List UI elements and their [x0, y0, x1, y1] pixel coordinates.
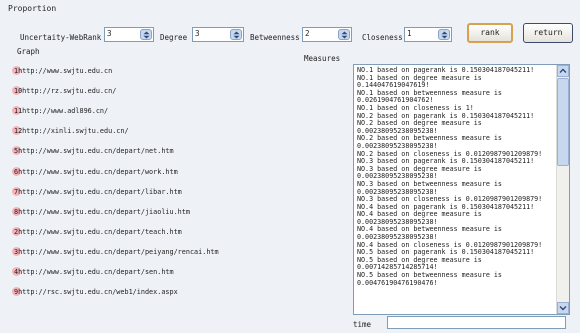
measures-lines: NO.1 based on pagerank is 0.150304187045… — [357, 66, 557, 287]
graph-node[interactable]: 5http://www.swjtu.edu.cn/depart/net.htm — [12, 146, 174, 155]
graph-node[interactable]: 11http://www.adl896.cn/ — [12, 106, 108, 115]
graph-node[interactable]: 12http://xinli.swjtu.edu.cn/ — [12, 126, 129, 135]
label-webrank: Uncertaity-WebRank — [20, 33, 102, 42]
webrank-spinbox[interactable]: 3 — [104, 27, 154, 42]
vertical-scrollbar[interactable] — [556, 65, 569, 314]
spin-arrows-icon[interactable] — [140, 29, 152, 40]
label-degree: Degree — [160, 33, 188, 42]
graph-node[interactable]: 10http://rz.swjtu.edu.cn/ — [12, 86, 116, 95]
rank-button[interactable]: rank — [467, 23, 513, 43]
closeness-value: 1 — [407, 29, 412, 38]
graph-node[interactable]: 4http://www.swjtu.edu.cn/depart/sen.htm — [12, 267, 174, 276]
spin-arrows-icon[interactable] — [338, 29, 350, 40]
betweenness-value: 2 — [305, 29, 310, 38]
time-label: time — [353, 320, 372, 329]
measure-line: 0.00476190476190476! — [357, 278, 438, 287]
measures-textarea[interactable]: NO.1 based on pagerank is 0.150304187045… — [353, 64, 570, 315]
label-betweenness: Betweenness — [250, 33, 300, 42]
degree-spinbox[interactable]: 3 — [192, 27, 244, 42]
label-closeness: Closeness — [362, 33, 403, 42]
graph-node[interactable]: 1http://www.swjtu.edu.cn — [12, 66, 112, 75]
measures-label: Measures — [304, 54, 341, 63]
graph-node[interactable]: 6http://www.swjtu.edu.cn/depart/work.htm — [12, 167, 178, 176]
webrank-value: 3 — [107, 29, 112, 38]
graph-node[interactable]: 2http://www.swjtu.edu.cn/depart/teach.ht… — [12, 227, 182, 236]
arrow-up-icon[interactable] — [557, 65, 569, 77]
arrow-down-icon[interactable] — [557, 302, 569, 314]
scrollbar-thumb[interactable] — [557, 78, 569, 166]
graph-node[interactable]: 9http://rsc.swjtu.edu.cn/web1/index.aspx — [12, 287, 178, 296]
proportion-title: Proportion — [8, 4, 57, 13]
graph-node[interactable]: 3http://www.swjtu.edu.cn/depart/peiyang/… — [12, 247, 219, 256]
graph-node[interactable]: 8http://www.swjtu.edu.cn/depart/jiaoliu.… — [12, 207, 190, 216]
return-button[interactable]: return — [523, 23, 573, 43]
closeness-spinbox[interactable]: 1 — [404, 27, 452, 42]
degree-value: 3 — [195, 29, 200, 38]
time-field[interactable] — [387, 316, 566, 329]
betweenness-spinbox[interactable]: 2 — [302, 27, 352, 42]
graph-node[interactable]: 7http://www.swjtu.edu.cn/depart/libar.ht… — [12, 187, 182, 196]
spin-arrows-icon[interactable] — [230, 29, 242, 40]
graph-label: Graph — [17, 47, 40, 56]
spin-arrows-icon[interactable] — [438, 29, 450, 40]
